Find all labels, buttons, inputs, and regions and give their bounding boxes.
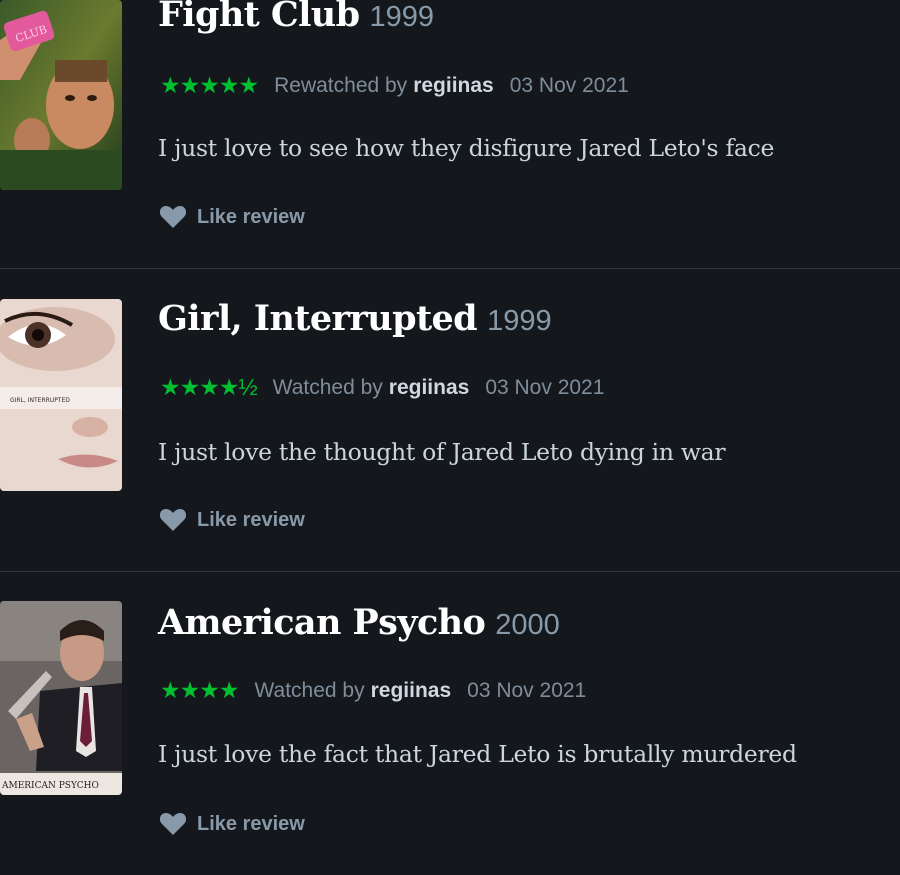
film-title-line: American Psycho 2000: [158, 602, 560, 643]
star-rating: ★★★★: [160, 677, 239, 703]
poster-fight-club[interactable]: CLUB: [0, 0, 122, 190]
star-rating: ★★★★½: [160, 374, 258, 400]
review-body: I just love the thought of Jared Leto dy…: [158, 438, 726, 466]
review-fight-club: CLUB Fight Club 1999 ★★★★★ Rewatched by r…: [0, 0, 900, 268]
review-date[interactable]: 03 Nov 2021: [467, 679, 586, 703]
film-title[interactable]: American Psycho: [158, 602, 486, 643]
like-review-label: Like review: [197, 812, 305, 835]
reviewer-username[interactable]: regiinas: [389, 376, 470, 400]
review-meta: ★★★★½ Watched by regiinas 03 Nov 2021: [160, 374, 604, 401]
review-meta: ★★★★★ Rewatched by regiinas 03 Nov 2021: [160, 72, 629, 99]
poster-girl-interrupted[interactable]: GIRL, INTERRUPTED: [0, 299, 122, 491]
poster-american-psycho[interactable]: AMERICAN PSYCHO: [0, 601, 122, 795]
like-review-button[interactable]: Like review: [159, 508, 305, 532]
review-body: I just love the fact that Jared Leto is …: [158, 740, 797, 768]
reviewer-username[interactable]: regiinas: [413, 74, 494, 98]
review-girl-interrupted: GIRL, INTERRUPTED Girl, Interrupted 1999 …: [0, 269, 900, 571]
film-year[interactable]: 1999: [370, 1, 435, 33]
watch-status: Watched by: [254, 678, 365, 702]
like-review-label: Like review: [197, 508, 305, 531]
heart-icon: [159, 206, 187, 228]
review-american-psycho: AMERICAN PSYCHO American Psycho 2000 ★★★★…: [0, 572, 900, 875]
svg-text:AMERICAN PSYCHO: AMERICAN PSYCHO: [1, 781, 99, 791]
svg-text:GIRL, INTERRUPTED: GIRL, INTERRUPTED: [10, 397, 70, 404]
film-title[interactable]: Girl, Interrupted: [158, 298, 478, 339]
like-review-button[interactable]: Like review: [159, 812, 305, 836]
film-title[interactable]: Fight Club: [158, 0, 360, 35]
like-review-label: Like review: [197, 205, 305, 228]
film-title-line: Fight Club 1999: [158, 0, 434, 35]
review-date[interactable]: 03 Nov 2021: [510, 74, 629, 98]
review-date[interactable]: 03 Nov 2021: [485, 376, 604, 400]
review-meta: ★★★★ Watched by regiinas 03 Nov 2021: [160, 677, 586, 704]
film-year[interactable]: 2000: [495, 609, 560, 641]
review-body: I just love to see how they disfigure Ja…: [158, 134, 775, 162]
like-review-button[interactable]: Like review: [159, 205, 305, 229]
watch-status: Watched by: [272, 375, 383, 399]
heart-icon: [159, 509, 187, 531]
heart-icon: [159, 813, 187, 835]
star-rating: ★★★★★: [160, 72, 259, 98]
watch-status: Rewatched by: [274, 73, 408, 97]
film-year[interactable]: 1999: [487, 305, 552, 337]
film-title-line: Girl, Interrupted 1999: [158, 298, 552, 339]
reviewer-username[interactable]: regiinas: [371, 679, 452, 703]
